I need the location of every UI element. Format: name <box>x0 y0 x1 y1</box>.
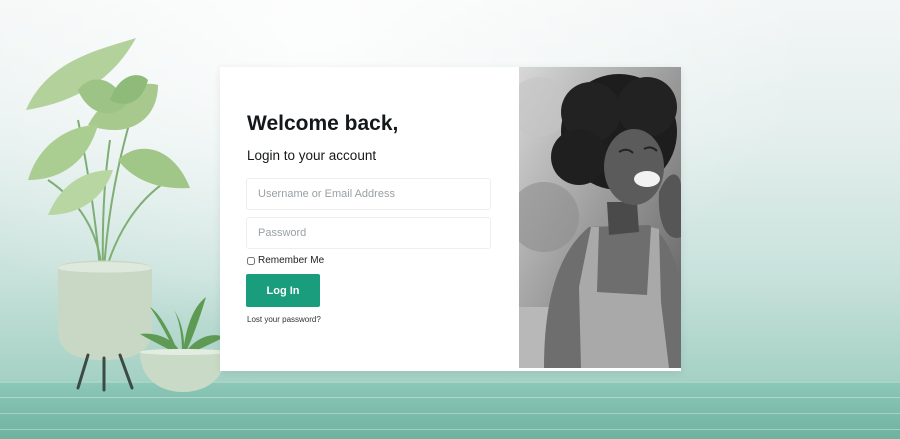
login-subheading: Login to your account <box>247 148 377 163</box>
remember-me-label: Remember Me <box>258 255 325 266</box>
lost-password-link[interactable]: Lost your password? <box>247 315 321 324</box>
password-input[interactable] <box>246 217 491 249</box>
remember-me[interactable]: Remember Me <box>246 255 324 266</box>
small-plant-illustration <box>140 297 226 392</box>
woman-photo <box>519 67 681 368</box>
login-form: Welcome back, Login to your account Reme… <box>220 67 519 371</box>
remember-me-checkbox[interactable] <box>247 256 255 265</box>
login-card: Welcome back, Login to your account Reme… <box>220 67 681 371</box>
welcome-heading: Welcome back, <box>247 112 399 135</box>
login-button[interactable]: Log In <box>246 274 320 307</box>
username-input[interactable] <box>246 178 491 210</box>
